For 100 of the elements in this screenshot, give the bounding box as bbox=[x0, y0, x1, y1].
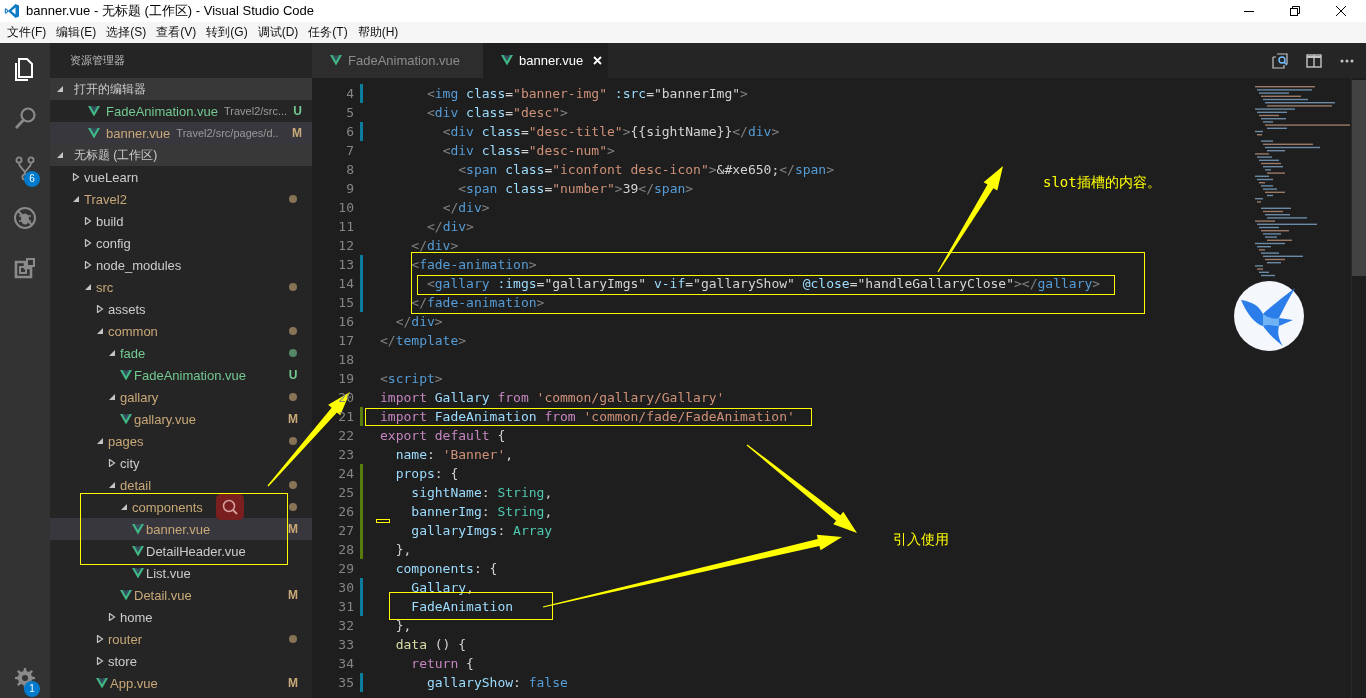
split-editor-icon[interactable] bbox=[1306, 52, 1322, 69]
code-line[interactable]: return { bbox=[380, 656, 474, 671]
file-item[interactable]: Detail.vue M bbox=[50, 584, 312, 606]
code-line[interactable]: export default { bbox=[380, 428, 506, 443]
menu-item[interactable]: 选择(S) bbox=[101, 24, 152, 41]
code-line[interactable]: </div> bbox=[380, 219, 474, 234]
triangle-icon[interactable] bbox=[96, 657, 104, 665]
menu-item[interactable]: 调试(D) bbox=[252, 24, 304, 41]
triangle-icon[interactable] bbox=[96, 635, 104, 643]
code-line[interactable]: <span class="iconfont desc-icon">&#xe650;</span> bbox=[380, 162, 834, 177]
search-icon[interactable] bbox=[13, 105, 37, 131]
extensions-icon[interactable] bbox=[13, 255, 37, 281]
triangle-icon[interactable] bbox=[96, 437, 104, 445]
menu-item[interactable]: 文件(F) bbox=[2, 24, 52, 41]
code-line[interactable]: <div class="desc-num"> bbox=[380, 143, 615, 158]
code-line[interactable]: <img class="banner-img" :src="bannerImg"> bbox=[380, 86, 748, 101]
code-line[interactable]: <script> bbox=[380, 371, 443, 386]
file-item[interactable]: App.vue M bbox=[50, 672, 312, 694]
triangle-icon[interactable] bbox=[56, 85, 64, 93]
triangle-icon[interactable] bbox=[108, 481, 116, 489]
folder-item[interactable]: city bbox=[50, 452, 312, 474]
file-item[interactable]: List.vue bbox=[50, 562, 312, 584]
preview-search-icon[interactable] bbox=[1272, 52, 1288, 69]
folder-item[interactable]: config bbox=[50, 232, 312, 254]
code-line[interactable]: }, bbox=[380, 542, 412, 557]
menu-item[interactable]: 帮助(H) bbox=[352, 24, 404, 41]
folder-item[interactable]: src bbox=[50, 276, 312, 298]
code-line[interactable]: import Gallary from 'common/gallary/Gallary' bbox=[380, 390, 725, 405]
code-line[interactable]: </template> bbox=[380, 333, 467, 348]
folder-item[interactable]: home bbox=[50, 606, 312, 628]
menu-item[interactable]: 编辑(E) bbox=[51, 24, 102, 41]
restore-icon[interactable] bbox=[1290, 6, 1300, 16]
open-editor-item[interactable]: banner.vue Travel2/src/pages/d.. M bbox=[50, 122, 312, 144]
triangle-icon[interactable] bbox=[120, 503, 128, 511]
triangle-icon[interactable] bbox=[96, 305, 104, 313]
triangle-icon[interactable] bbox=[72, 173, 80, 181]
code-line[interactable]: sightName: String, bbox=[380, 485, 553, 500]
code-line[interactable]: bannerImg: String, bbox=[380, 504, 553, 519]
file-item[interactable]: DetailHeader.vue bbox=[50, 540, 312, 562]
debug-icon[interactable] bbox=[13, 205, 37, 231]
triangle-icon[interactable] bbox=[108, 613, 116, 621]
code-line[interactable]: <div class="desc-title">{{sightName}}</div> bbox=[380, 124, 780, 139]
folder-item[interactable]: assets bbox=[50, 298, 312, 320]
folder-name: common bbox=[108, 323, 158, 339]
folder-item[interactable]: pages bbox=[50, 430, 312, 452]
code-line[interactable]: gallaryShow: false bbox=[380, 675, 568, 690]
code-line[interactable]: </div> bbox=[380, 314, 443, 329]
triangle-icon[interactable] bbox=[84, 283, 92, 291]
code-line[interactable]: components: { bbox=[380, 561, 498, 576]
triangle-icon[interactable] bbox=[56, 151, 64, 159]
section-header[interactable]: 打开的编辑器 bbox=[50, 78, 312, 100]
code-line[interactable]: data () { bbox=[380, 637, 467, 652]
triangle-icon[interactable] bbox=[72, 195, 80, 203]
code-line[interactable]: name: 'Banner', bbox=[380, 447, 514, 462]
folder-item[interactable]: Travel2 bbox=[50, 188, 312, 210]
scrollbar-thumb[interactable] bbox=[1352, 80, 1366, 276]
file-item[interactable]: gallary.vue M bbox=[50, 408, 312, 430]
code-line[interactable]: Gallary, bbox=[380, 580, 474, 595]
code-line[interactable]: props: { bbox=[380, 466, 459, 481]
code-line[interactable]: </fade-animation> bbox=[380, 295, 545, 310]
code-line[interactable]: FadeAnimation bbox=[380, 599, 514, 614]
code-line[interactable]: }, bbox=[380, 618, 412, 633]
code-line[interactable]: </div> bbox=[380, 200, 490, 215]
close-icon[interactable] bbox=[1336, 6, 1346, 16]
menu-item[interactable]: 任务(T) bbox=[303, 24, 353, 41]
folder-item[interactable]: node_modules bbox=[50, 254, 312, 276]
folder-item[interactable]: common bbox=[50, 320, 312, 342]
file-item[interactable]: banner.vue M bbox=[50, 518, 312, 540]
code-line[interactable]: import FadeAnimation from 'common/fade/FadeAnimation' bbox=[380, 409, 795, 424]
search-icon[interactable] bbox=[216, 494, 244, 520]
code-line[interactable]: gallaryImgs: Array bbox=[380, 523, 553, 538]
folder-item[interactable]: router bbox=[50, 628, 312, 650]
editor-tab[interactable]: FadeAnimation.vue bbox=[312, 43, 483, 78]
triangle-icon[interactable] bbox=[96, 327, 104, 335]
triangle-icon[interactable] bbox=[84, 217, 92, 225]
code-line[interactable]: <div class="desc"> bbox=[380, 105, 568, 120]
more-icon[interactable] bbox=[1340, 58, 1354, 63]
folder-item[interactable]: fade bbox=[50, 342, 312, 364]
bird-icon[interactable] bbox=[1233, 280, 1305, 352]
section-header[interactable]: 无标题 (工作区) bbox=[50, 144, 312, 166]
triangle-icon[interactable] bbox=[108, 393, 116, 401]
code-line[interactable]: </div> bbox=[380, 238, 459, 253]
editor-tab[interactable]: banner.vue bbox=[483, 43, 608, 78]
folder-item[interactable]: store bbox=[50, 650, 312, 672]
folder-item[interactable]: gallary bbox=[50, 386, 312, 408]
folder-item[interactable]: vueLearn bbox=[50, 166, 312, 188]
menu-item[interactable]: 查看(V) bbox=[151, 24, 202, 41]
folder-item[interactable]: build bbox=[50, 210, 312, 232]
triangle-icon[interactable] bbox=[84, 239, 92, 247]
code-line[interactable]: <span class="number">39</span> bbox=[380, 181, 694, 196]
code-line[interactable]: <fade-animation> bbox=[380, 257, 537, 272]
open-editor-item[interactable]: FadeAnimation.vue Travel2/src... U bbox=[50, 100, 312, 122]
file-item[interactable]: FadeAnimation.vue U bbox=[50, 364, 312, 386]
folder-name: components bbox=[132, 499, 203, 515]
menu-item[interactable]: 转到(G) bbox=[201, 24, 253, 41]
line-number: 34 bbox=[337, 656, 354, 671]
triangle-icon[interactable] bbox=[108, 349, 116, 357]
code-line[interactable]: <gallary :imgs="gallaryImgs" v-if="gallaryShow" @close="handleGallaryClose"></gallary> bbox=[380, 276, 1101, 291]
triangle-icon[interactable] bbox=[84, 261, 92, 269]
triangle-icon[interactable] bbox=[108, 459, 116, 467]
